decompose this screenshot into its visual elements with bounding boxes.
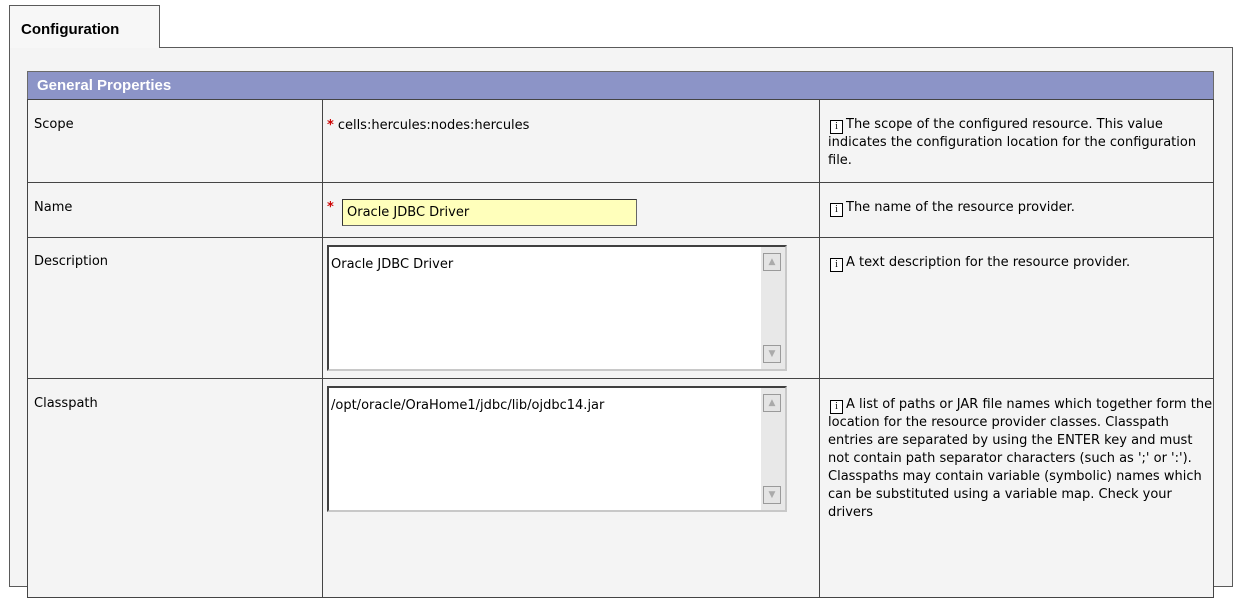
scroll-up-button[interactable]: ▲ [763, 253, 781, 271]
scroll-up-button[interactable]: ▲ [763, 394, 781, 412]
classpath-help: iA list of paths or JAR file names which… [828, 396, 1213, 522]
info-icon: i [830, 258, 843, 272]
scope-help-text: The scope of the configured resource. Th… [828, 117, 1197, 168]
description-label: Description [34, 254, 109, 269]
info-icon: i [830, 120, 843, 134]
name-field[interactable] [342, 199, 637, 226]
info-icon: i [830, 400, 843, 414]
classpath-textarea[interactable]: /opt/oracle/OraHome1/jdbc/lib/ojdbc14.ja… [327, 386, 787, 512]
section-title: General Properties [37, 77, 172, 94]
classpath-scrollbar[interactable]: ▲ ▼ [761, 388, 785, 510]
classpath-text: /opt/oracle/OraHome1/jdbc/lib/ojdbc14.ja… [331, 398, 605, 413]
info-icon: i [830, 203, 843, 217]
required-marker: * [327, 200, 334, 215]
description-help-text: A text description for the resource prov… [846, 255, 1131, 270]
name-help-text: The name of the resource provider. [846, 200, 1075, 215]
scope-value: cells:hercules:nodes:hercules [337, 118, 530, 133]
scope-value-cell: * cells:hercules:nodes:hercules [327, 118, 529, 133]
name-help: i The name of the resource provider. [828, 199, 1213, 217]
description-help: iA text description for the resource pro… [828, 254, 1213, 272]
name-required-wrap: * [327, 200, 338, 215]
classpath-label: Classpath [34, 396, 98, 411]
description-textarea[interactable]: Oracle JDBC Driver ▲ ▼ [327, 245, 787, 371]
tab-label: Configuration [21, 21, 120, 38]
classpath-help-text: A list of paths or JAR file names which … [828, 397, 1213, 520]
scroll-down-button[interactable]: ▼ [763, 345, 781, 363]
description-text: Oracle JDBC Driver [331, 257, 454, 272]
scope-label: Scope [34, 117, 74, 132]
name-label: Name [34, 200, 73, 215]
tab-configuration[interactable]: Configuration [9, 5, 160, 48]
section-header: General Properties [27, 71, 1214, 100]
required-marker: * [327, 118, 334, 133]
scope-help: i The scope of the configured resource. T… [828, 116, 1213, 170]
description-scrollbar[interactable]: ▲ ▼ [761, 247, 785, 369]
scroll-down-button[interactable]: ▼ [763, 486, 781, 504]
